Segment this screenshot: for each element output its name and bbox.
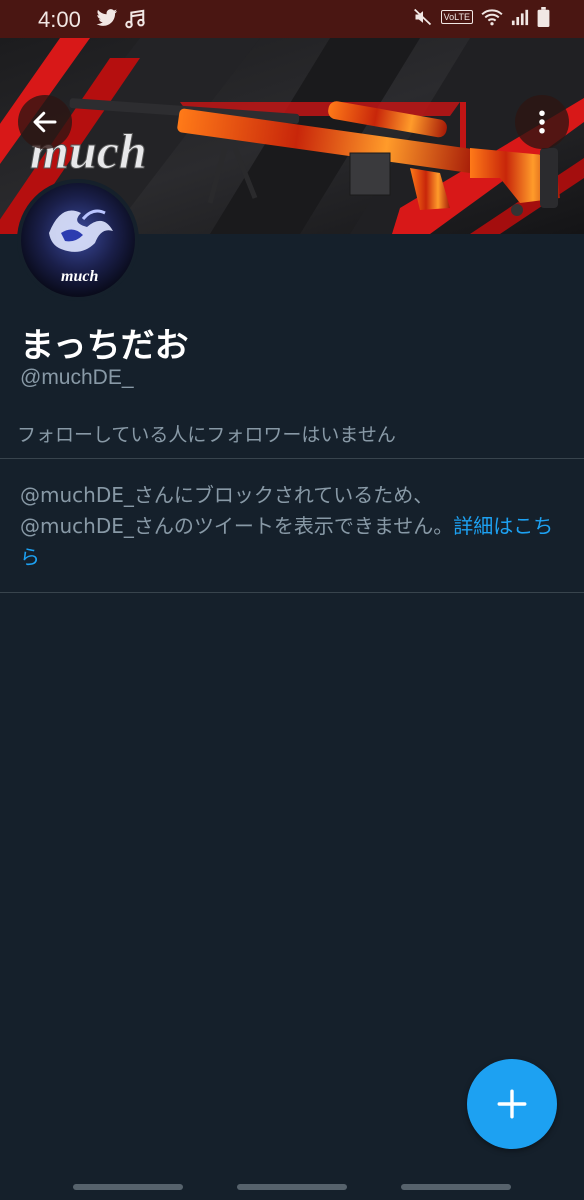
nav-recent-apps-button[interactable] <box>73 1184 183 1190</box>
avatar-text: much <box>61 268 98 285</box>
followers-note: フォローしている人にフォロワーはいません <box>17 424 396 446</box>
status-bar: 4:00 VoLTE <box>0 0 584 38</box>
twitter-icon <box>96 9 118 26</box>
status-time: 4:00 <box>38 7 81 32</box>
status-right-icons: VoLTE <box>413 7 550 27</box>
divider <box>0 592 584 593</box>
nav-back-button[interactable] <box>401 1184 511 1190</box>
nav-home-button[interactable] <box>237 1184 347 1190</box>
blocked-message-line1: @muchDE_さんにブロックされているため、 <box>20 483 434 507</box>
user-handle: @muchDE_ <box>20 366 134 389</box>
divider <box>0 458 584 459</box>
back-button[interactable] <box>18 95 72 149</box>
profile-screen: 4:00 VoLTE much much まっちだお @muchDE_ フォロー… <box>0 0 584 1200</box>
avatar[interactable]: much <box>17 179 139 301</box>
wifi-icon <box>481 9 503 26</box>
more-vertical-icon <box>539 110 545 134</box>
back-arrow-icon <box>33 111 57 133</box>
mute-icon <box>413 8 431 26</box>
avatar-image: much <box>21 183 135 297</box>
blocked-message: @muchDE_さんにブロックされているため、 @muchDE_さんのツイートを… <box>20 480 565 573</box>
volte-badge: VoLTE <box>440 10 473 24</box>
compose-tweet-button[interactable] <box>467 1059 557 1149</box>
status-left-icons <box>96 8 146 30</box>
display-name: まっちだお <box>20 326 189 366</box>
plus-icon <box>497 1089 527 1119</box>
battery-icon <box>537 7 550 27</box>
signal-icon <box>511 9 529 26</box>
blocked-message-line2: @muchDE_さんのツイートを表示できません。 <box>20 514 454 538</box>
music-note-icon <box>125 9 145 29</box>
more-options-button[interactable] <box>515 95 569 149</box>
